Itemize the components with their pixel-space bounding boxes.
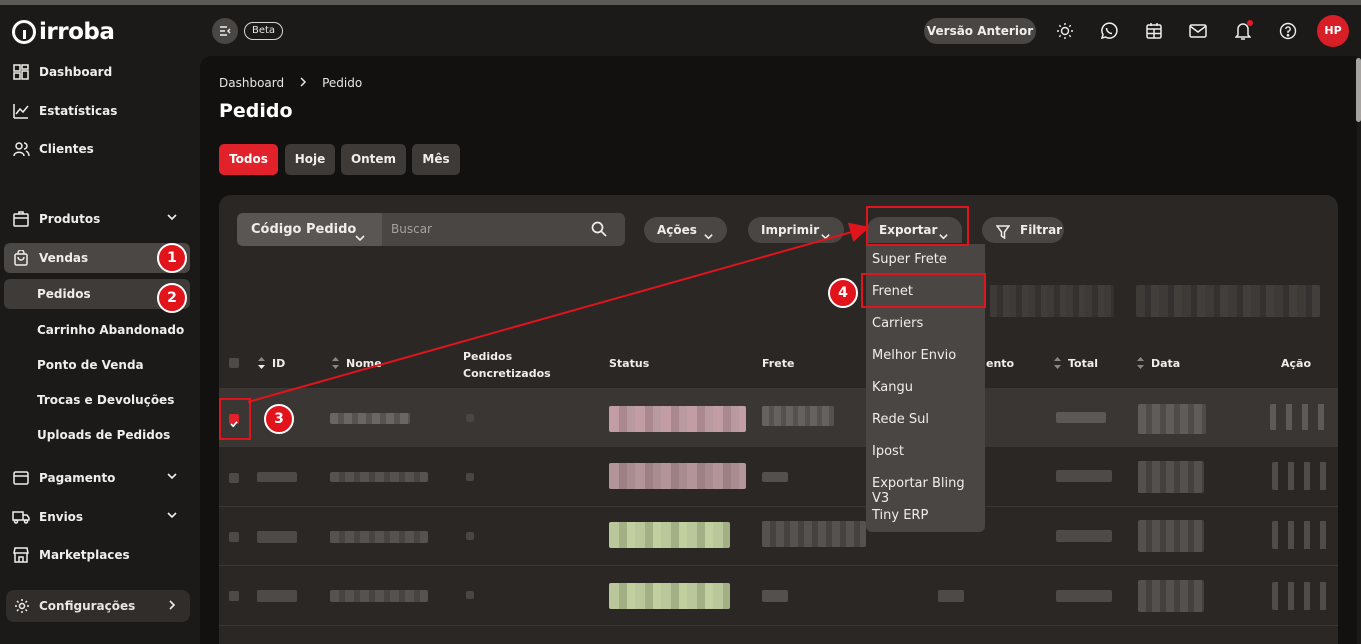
step-badge-4: 4 xyxy=(828,278,858,308)
annotation-arrow xyxy=(247,222,870,403)
step-badge-1: 1 xyxy=(157,243,187,273)
step-badge-2: 2 xyxy=(157,283,187,313)
step-badge-3: 3 xyxy=(264,404,294,434)
